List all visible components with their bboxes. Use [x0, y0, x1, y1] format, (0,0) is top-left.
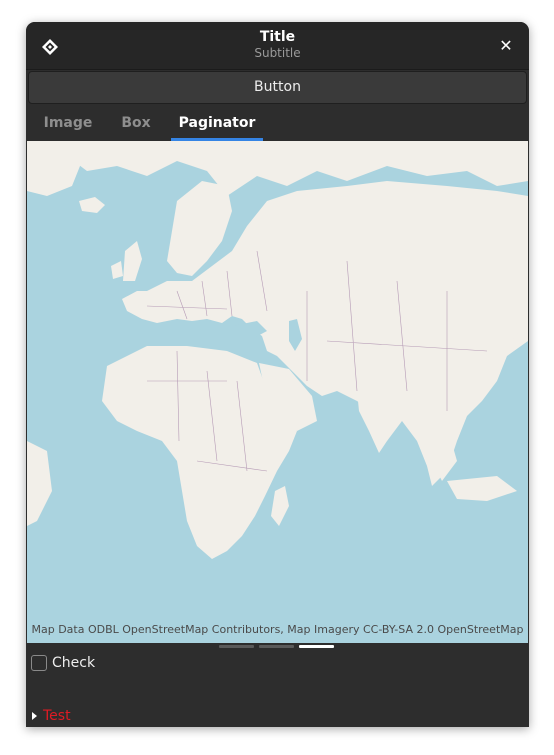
expander-arrow-icon[interactable] [32, 712, 37, 720]
map-attribution: Map Data ODBL OpenStreetMap Contributors… [31, 623, 524, 636]
main-button[interactable]: Button [28, 71, 527, 104]
page-dot-2[interactable] [259, 645, 294, 648]
test-expander[interactable]: Test [32, 708, 71, 724]
window-title: Title [259, 29, 296, 45]
expander-label: Test [43, 708, 71, 724]
tab-box[interactable]: Box [108, 105, 164, 141]
check-label: Check [52, 655, 96, 671]
paginator-indicator [26, 643, 529, 651]
window-subtitle: Subtitle [254, 46, 301, 60]
checkbox-box[interactable] [31, 655, 47, 671]
title-block: Title Subtitle [26, 29, 529, 61]
tab-image[interactable]: Image [34, 105, 102, 141]
header-bar: Title Subtitle ✕ [26, 22, 529, 70]
app-window: Title Subtitle ✕ Button Image Box Pagina… [26, 22, 529, 727]
page-dot-3[interactable] [299, 645, 334, 648]
tab-bar: Image Box Paginator [26, 105, 529, 141]
check-button[interactable]: Check [31, 653, 95, 673]
bottom-panel: Check Test [26, 651, 529, 727]
tab-paginator[interactable]: Paginator [171, 105, 263, 141]
page-dot-1[interactable] [219, 645, 254, 648]
map-view[interactable]: Map Data ODBL OpenStreetMap Contributors… [27, 141, 528, 643]
close-icon[interactable]: ✕ [497, 37, 515, 55]
map-tiles [27, 141, 528, 643]
